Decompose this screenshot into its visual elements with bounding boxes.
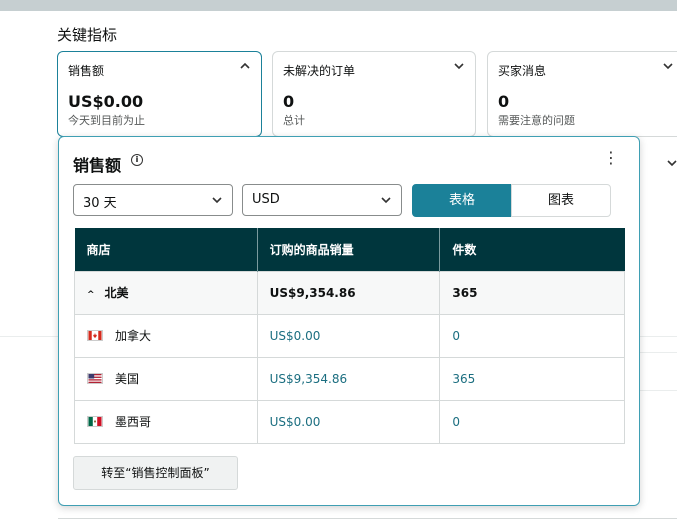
column-header-units: 件数 xyxy=(439,228,625,271)
top-bar xyxy=(0,0,677,11)
store-cell: 加拿大 xyxy=(74,313,258,358)
view-chart-button[interactable]: 图表 xyxy=(511,184,611,217)
sales-table: 商店 订购的商品销量 件数 ^ 北美 US$9,354.86 365 加拿大 US… xyxy=(74,228,625,444)
card-orders-sub: 总计 xyxy=(283,114,305,127)
background-divider xyxy=(640,390,677,391)
region-name: 北美 xyxy=(104,286,129,300)
region-sales: US$9,354.86 xyxy=(256,270,441,315)
popover-title: 销售额 xyxy=(73,156,122,175)
store-name: 美国 xyxy=(115,372,140,386)
sales-popover: 销售额 i ⋮ 30 天 USD 表格 图表 商店 订购的商品销量 件数 ^ 北美… xyxy=(58,136,640,506)
column-header-store: 商店 xyxy=(74,228,258,271)
store-sales: US$0.00 xyxy=(256,313,441,358)
store-units: 0 xyxy=(439,313,625,358)
store-cell: 美国 xyxy=(74,356,258,401)
card-messages-value: 0 xyxy=(498,92,510,111)
canada-flag-icon xyxy=(87,330,103,341)
region-cell[interactable]: ^ 北美 xyxy=(74,270,258,315)
background-divider xyxy=(58,518,677,519)
card-orders-label: 未解决的订单 xyxy=(283,64,356,78)
card-sales-sub: 今天到目前为止 xyxy=(68,114,145,127)
card-sales-label: 销售额 xyxy=(68,64,105,78)
currency-select[interactable]: USD xyxy=(242,184,402,216)
card-orders-value: 0 xyxy=(283,92,295,111)
store-sales: US$0.00 xyxy=(256,399,441,444)
more-options-icon[interactable]: ⋮ xyxy=(603,150,619,166)
table-header-row: 商店 订购的商品销量 件数 xyxy=(74,228,625,271)
chevron-down-icon xyxy=(211,194,223,210)
go-to-sales-dashboard-button[interactable]: 转至“销售控制面板” xyxy=(73,456,238,490)
store-cell: 墨西哥 xyxy=(74,399,258,444)
region-units: 365 xyxy=(439,270,625,315)
table-row: 加拿大 US$0.00 0 xyxy=(74,313,625,358)
collapse-caret-icon[interactable]: ^ xyxy=(87,290,95,300)
store-sales: US$9,354.86 xyxy=(256,356,441,401)
card-messages-sub: 需要注意的问题 xyxy=(498,114,575,127)
mexico-flag-icon xyxy=(87,416,103,427)
chevron-down-icon[interactable] xyxy=(453,60,465,75)
table-row: 美国 US$9,354.86 365 xyxy=(74,356,625,401)
period-select[interactable]: 30 天 xyxy=(73,184,233,216)
us-flag-icon xyxy=(87,373,103,384)
card-messages-label: 买家消息 xyxy=(498,64,547,78)
store-name: 墨西哥 xyxy=(115,415,152,429)
store-units: 365 xyxy=(439,356,625,401)
chevron-up-icon[interactable] xyxy=(239,60,251,75)
chevron-down-icon[interactable] xyxy=(666,154,677,173)
store-name: 加拿大 xyxy=(115,329,152,343)
info-icon[interactable]: i xyxy=(131,154,143,166)
card-sales-value: US$0.00 xyxy=(68,92,144,111)
card-buyer-messages[interactable]: 买家消息 0 需要注意的问题 xyxy=(487,51,677,137)
chevron-down-icon[interactable] xyxy=(662,60,674,75)
column-header-sales: 订购的商品销量 xyxy=(256,228,440,271)
table-row: 墨西哥 US$0.00 0 xyxy=(74,399,625,444)
card-sales[interactable]: 销售额 US$0.00 今天到目前为止 xyxy=(57,51,262,137)
region-row[interactable]: ^ 北美 US$9,354.86 365 xyxy=(74,270,625,315)
card-open-orders[interactable]: 未解决的订单 0 总计 xyxy=(272,51,476,137)
store-units: 0 xyxy=(439,399,625,444)
chevron-down-icon xyxy=(380,194,392,210)
period-select-value: 30 天 xyxy=(83,196,117,211)
view-table-button[interactable]: 表格 xyxy=(412,184,512,217)
background-divider xyxy=(640,352,677,353)
section-title: 关键指标 xyxy=(57,26,118,44)
currency-select-value: USD xyxy=(252,192,280,207)
